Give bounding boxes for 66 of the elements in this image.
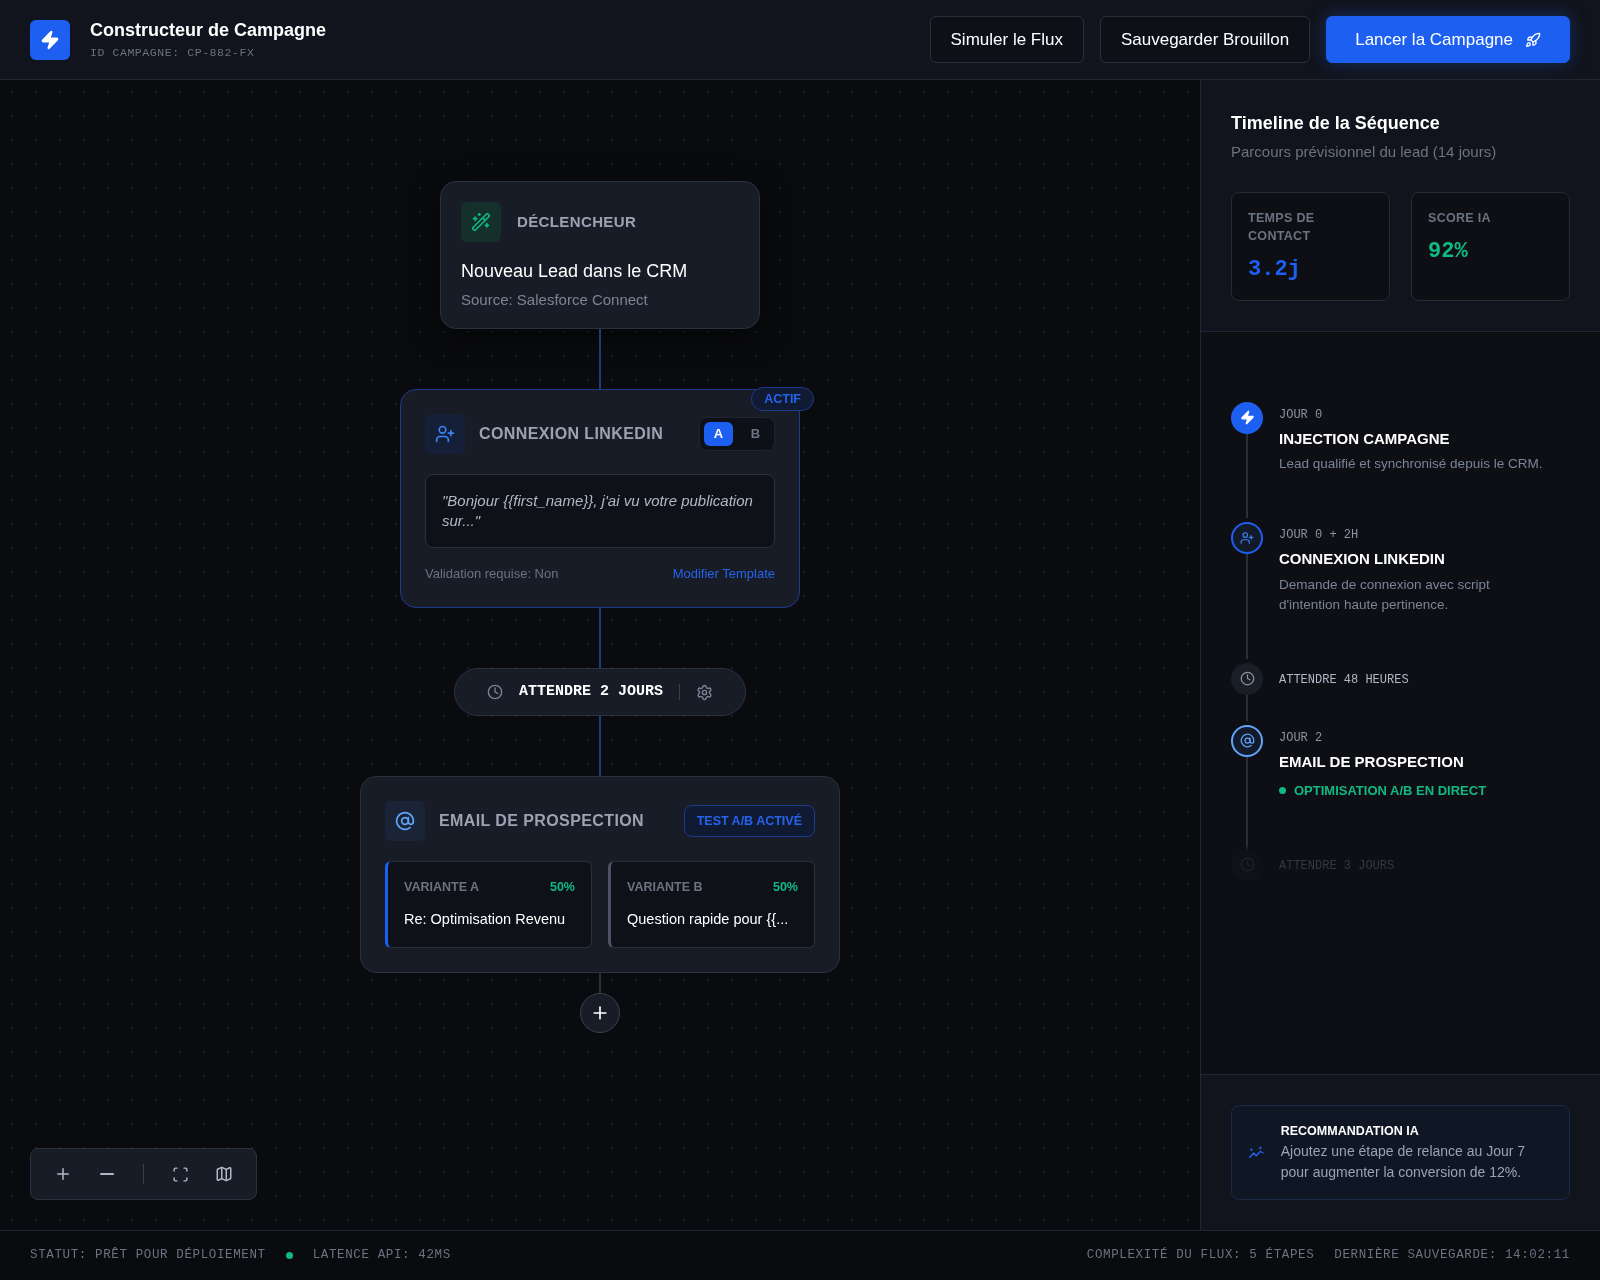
- card-title: EMAIL DE PROSPECTION: [439, 811, 645, 831]
- add-step-button[interactable]: [580, 992, 620, 1033]
- bolt-logo-icon: [30, 19, 70, 60]
- settings-icon[interactable]: [696, 683, 713, 701]
- variant-tab[interactable]: A: [704, 421, 733, 446]
- card-title: CONNEXION LINKEDIN: [479, 423, 664, 444]
- wait-label: ATTENDRE 2 JOURS: [519, 681, 663, 702]
- user-plus-icon: [425, 413, 465, 454]
- recommendation-text: Ajoutez une étape de relance au Jour 7 pour augmenter la conversion de 12%.: [1280, 1142, 1527, 1182]
- variant-tab[interactable]: B: [741, 421, 770, 446]
- email-subject: Re: Optimisation Revenu: [404, 909, 567, 929]
- app-title: Constructeur de Campagne: [90, 19, 327, 43]
- stat-label: SCORE IA: [1428, 209, 1492, 227]
- minus-icon: [100, 1173, 114, 1175]
- step-description: Demande de connexion avec script d'intention haute pertinence.: [1279, 575, 1491, 614]
- launch-button[interactable]: Lancer la Campagne: [1326, 16, 1570, 63]
- clock-icon: [487, 684, 503, 700]
- message-preview: "Bonjour {{first_name}}, j'ai vu votre publication sur...": [425, 473, 775, 548]
- status-text: STATUT: PRÊT POUR DÉPLOIEMENT: [30, 1246, 266, 1265]
- recommendation-title: RECOMMANDATION IA: [1280, 1123, 1420, 1141]
- step-description: Lead qualifié et synchronisé depuis le CRM.: [1279, 455, 1544, 473]
- bolt-icon: [1231, 401, 1263, 434]
- sidebar-subtitle: Parcours prévisionnel du lead (14 jours): [1231, 142, 1498, 162]
- header-button[interactable]: Simuler le Flux: [929, 16, 1084, 63]
- variant-label: VARIANTE A: [404, 879, 479, 896]
- rocket-icon: [1525, 31, 1541, 48]
- map-icon: [215, 1165, 233, 1183]
- wait-pill[interactable]: ATTENDRE 2 JOURS: [454, 668, 746, 716]
- step-title: EMAIL DE PROSPECTION: [1279, 751, 1465, 772]
- ab-test-badge: TEST A/B ACTIVÉ: [683, 804, 815, 838]
- step-title: CONNEXION LINKEDIN: [1279, 549, 1446, 569]
- latency-text: LATENCE API: 42MS: [312, 1247, 451, 1265]
- campaign-id: ID CAMPAGNE: CP-882-FX: [90, 45, 256, 62]
- status-text: OPTIMISATION A/B EN DIRECT: [1294, 782, 1487, 800]
- at-sign-icon: [1231, 724, 1263, 757]
- header-button[interactable]: Sauvegarder Brouillon: [1099, 16, 1311, 63]
- plus-icon: [54, 1165, 72, 1183]
- wait-step-label: ATTENDRE 48 HEURES: [1279, 671, 1410, 689]
- day-label: JOUR 0 + 2H: [1279, 527, 1360, 544]
- trigger-title: Nouveau Lead dans le CRM: [461, 260, 689, 283]
- stat-value: 92%: [1428, 237, 1469, 266]
- stat-label: TEMPS DE CONTACT: [1248, 209, 1316, 245]
- at-sign-icon: [385, 801, 425, 841]
- variant-card[interactable]: VARIANTE A 50% Re: Optimisation Revenu: [385, 861, 592, 948]
- card-kicker: DÉCLENCHEUR: [517, 211, 637, 232]
- validation-text: Validation requise: Non: [425, 564, 559, 583]
- variant-card[interactable]: VARIANTE B 50% Question rapide pour {{...: [608, 861, 815, 948]
- email-subject: Question rapide pour {{...: [627, 909, 790, 929]
- step-title: INJECTION CAMPAGNE: [1279, 428, 1451, 449]
- status-info: DERNIÈRE SAUVEGARDE: 14:02:11: [1334, 1246, 1570, 1265]
- email-step-card[interactable]: EMAIL DE PROSPECTION TEST A/B ACTIVÉ VARIANTE A 50% Re: Optimisation Revenu VARIANTE B 50% Question rapide pour {{...: [360, 776, 840, 973]
- user-plus-icon: [1231, 522, 1263, 554]
- trigger-card[interactable]: DÉCLENCHEUR Nouveau Lead dans le CRM Source: Salesforce Connect: [440, 181, 760, 329]
- stat-value: 3.2j: [1248, 255, 1302, 284]
- variant-share: 50%: [549, 879, 575, 896]
- active-badge: ACTIF: [751, 386, 814, 412]
- sidebar-title: Timeline de la Séquence: [1231, 112, 1441, 135]
- status-info: COMPLEXITÉ DU FLUX: 5 ÉTAPES: [1086, 1246, 1315, 1265]
- fit-view-icon: [171, 1165, 189, 1183]
- day-label: JOUR 0: [1279, 406, 1324, 424]
- variant-label: VARIANTE B: [627, 879, 703, 896]
- magic-wand-icon: [461, 202, 501, 242]
- clock-icon: [1231, 662, 1263, 695]
- variant-share: 50%: [772, 879, 798, 896]
- day-label: JOUR 2: [1279, 729, 1324, 747]
- trigger-source: Source: Salesforce Connect: [461, 290, 649, 310]
